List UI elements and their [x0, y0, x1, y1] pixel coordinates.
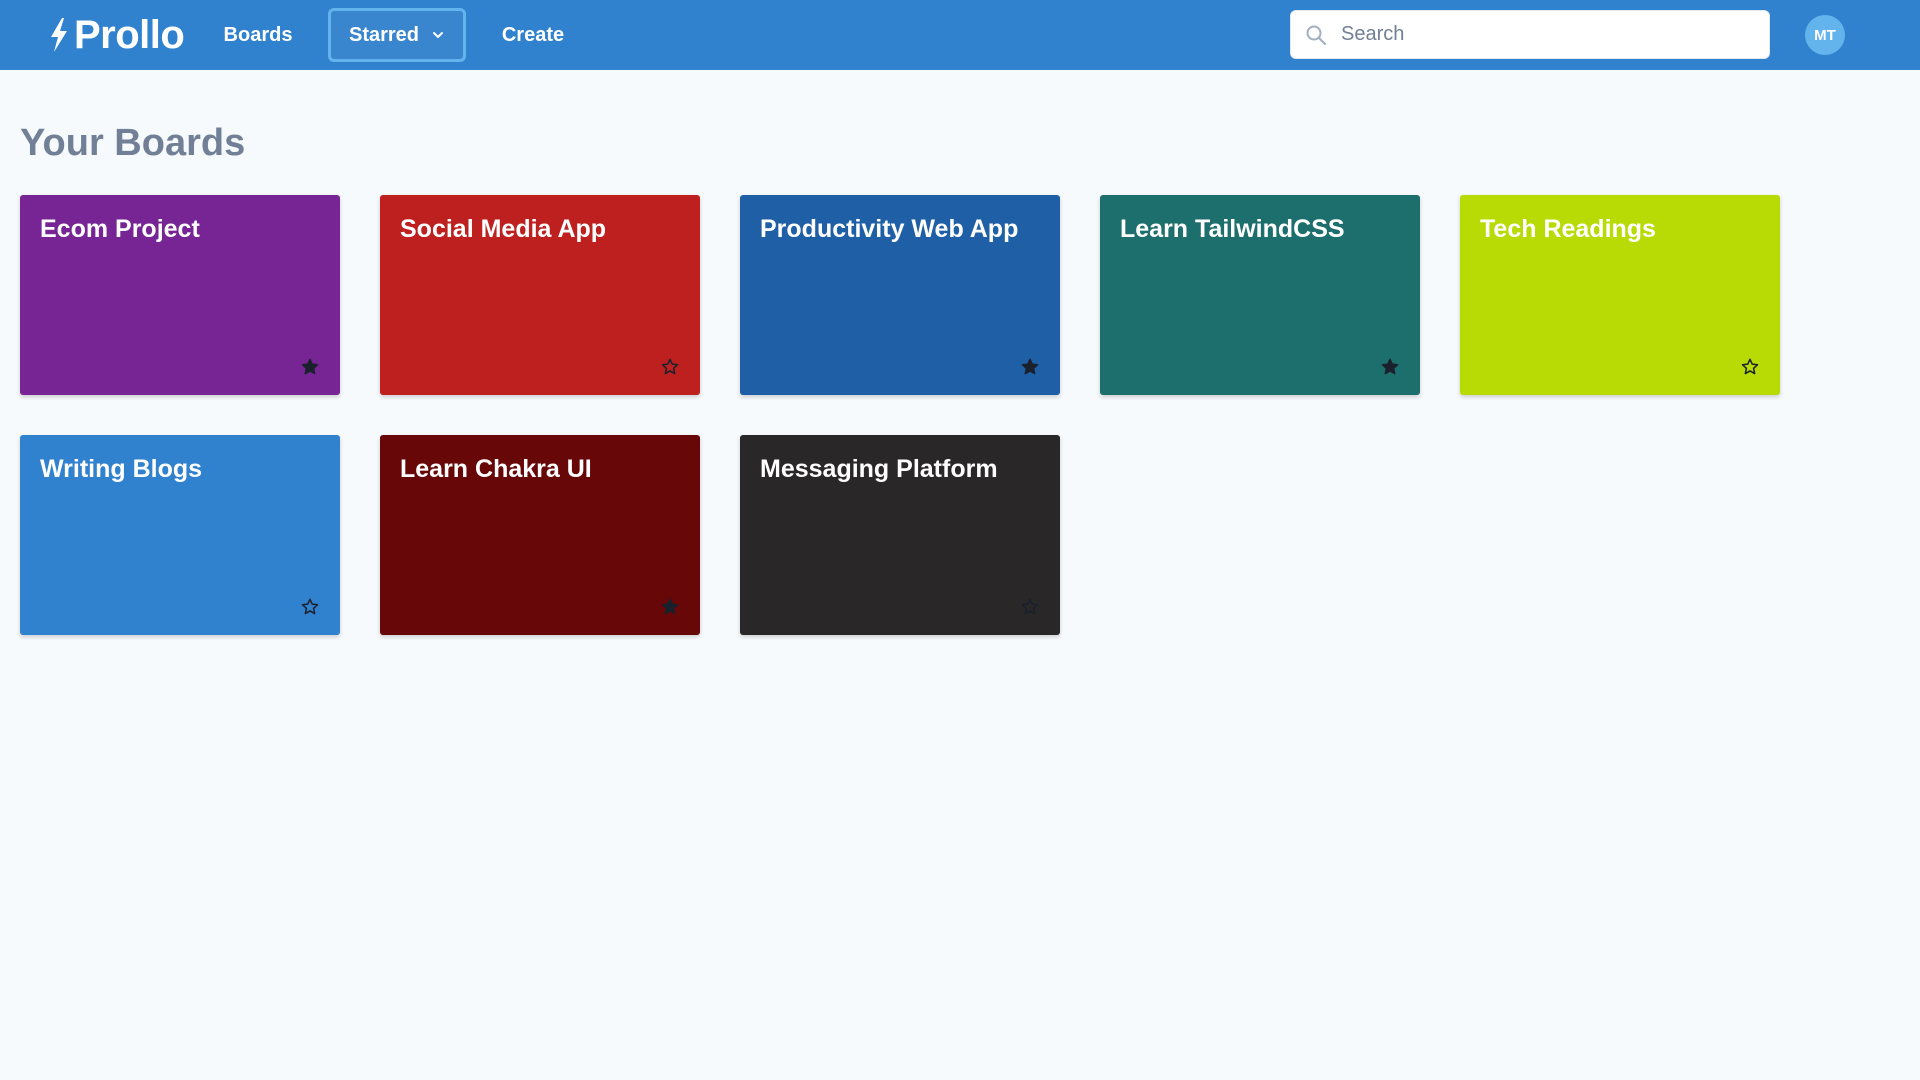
top-navbar: Prollo Boards Starred Create MT — [0, 0, 1920, 70]
chevron-down-icon — [433, 32, 444, 38]
board-card[interactable]: Learn TailwindCSS — [1100, 195, 1420, 395]
search-bar — [1290, 10, 1770, 59]
board-title: Messaging Platform — [760, 455, 998, 483]
star-toggle-button[interactable] — [1738, 355, 1762, 379]
boards-nav-label: Boards — [223, 23, 293, 46]
star-outline-icon — [1741, 358, 1759, 375]
board-card[interactable]: Writing Blogs — [20, 435, 340, 635]
board-card[interactable]: Productivity Web App — [740, 195, 1060, 395]
create-nav-button[interactable]: Create — [486, 8, 580, 62]
star-outline-icon — [661, 358, 679, 375]
board-title: Writing Blogs — [40, 455, 203, 483]
star-toggle-button[interactable] — [298, 595, 322, 619]
board-card[interactable]: Messaging Platform — [740, 435, 1060, 635]
app-logo[interactable]: Prollo — [48, 12, 185, 57]
star-toggle-button[interactable] — [1378, 355, 1402, 379]
star-toggle-button[interactable] — [1018, 355, 1042, 379]
boards-nav-button[interactable]: Boards — [210, 8, 306, 62]
star-toggle-button[interactable] — [658, 355, 682, 379]
board-title: Ecom Project — [40, 215, 200, 243]
starred-dropdown-button[interactable]: Starred — [328, 8, 466, 62]
board-title: Learn Chakra UI — [400, 455, 592, 483]
star-toggle-button[interactable] — [298, 355, 322, 379]
star-icon — [1381, 358, 1399, 375]
star-toggle-button[interactable] — [658, 595, 682, 619]
lightning-bolt-icon — [51, 18, 67, 52]
app-name: Prollo — [74, 12, 185, 57]
search-icon — [1306, 25, 1326, 45]
board-card[interactable]: Learn Chakra UI — [380, 435, 700, 635]
search-input[interactable] — [1341, 23, 1761, 46]
star-toggle-button[interactable] — [1018, 595, 1042, 619]
star-outline-icon — [1021, 598, 1039, 615]
star-icon — [301, 358, 319, 375]
starred-nav-label: Starred — [348, 23, 420, 46]
boards-grid: Ecom Project Social Media App Productivi… — [20, 195, 1800, 695]
board-card[interactable]: Tech Readings — [1460, 195, 1780, 395]
board-card[interactable]: Social Media App — [380, 195, 700, 395]
star-icon — [661, 598, 679, 615]
user-avatar[interactable]: MT — [1805, 15, 1845, 55]
board-card[interactable]: Ecom Project — [20, 195, 340, 395]
star-icon — [1021, 358, 1039, 375]
user-initials: MT — [1814, 26, 1836, 44]
board-title: Tech Readings — [1480, 215, 1656, 243]
board-title: Social Media App — [400, 215, 607, 243]
star-outline-icon — [301, 598, 319, 615]
create-nav-label: Create — [501, 23, 565, 46]
board-title: Learn TailwindCSS — [1120, 215, 1345, 243]
board-title: Productivity Web App — [760, 215, 1019, 243]
page-title: Your Boards — [20, 122, 246, 164]
